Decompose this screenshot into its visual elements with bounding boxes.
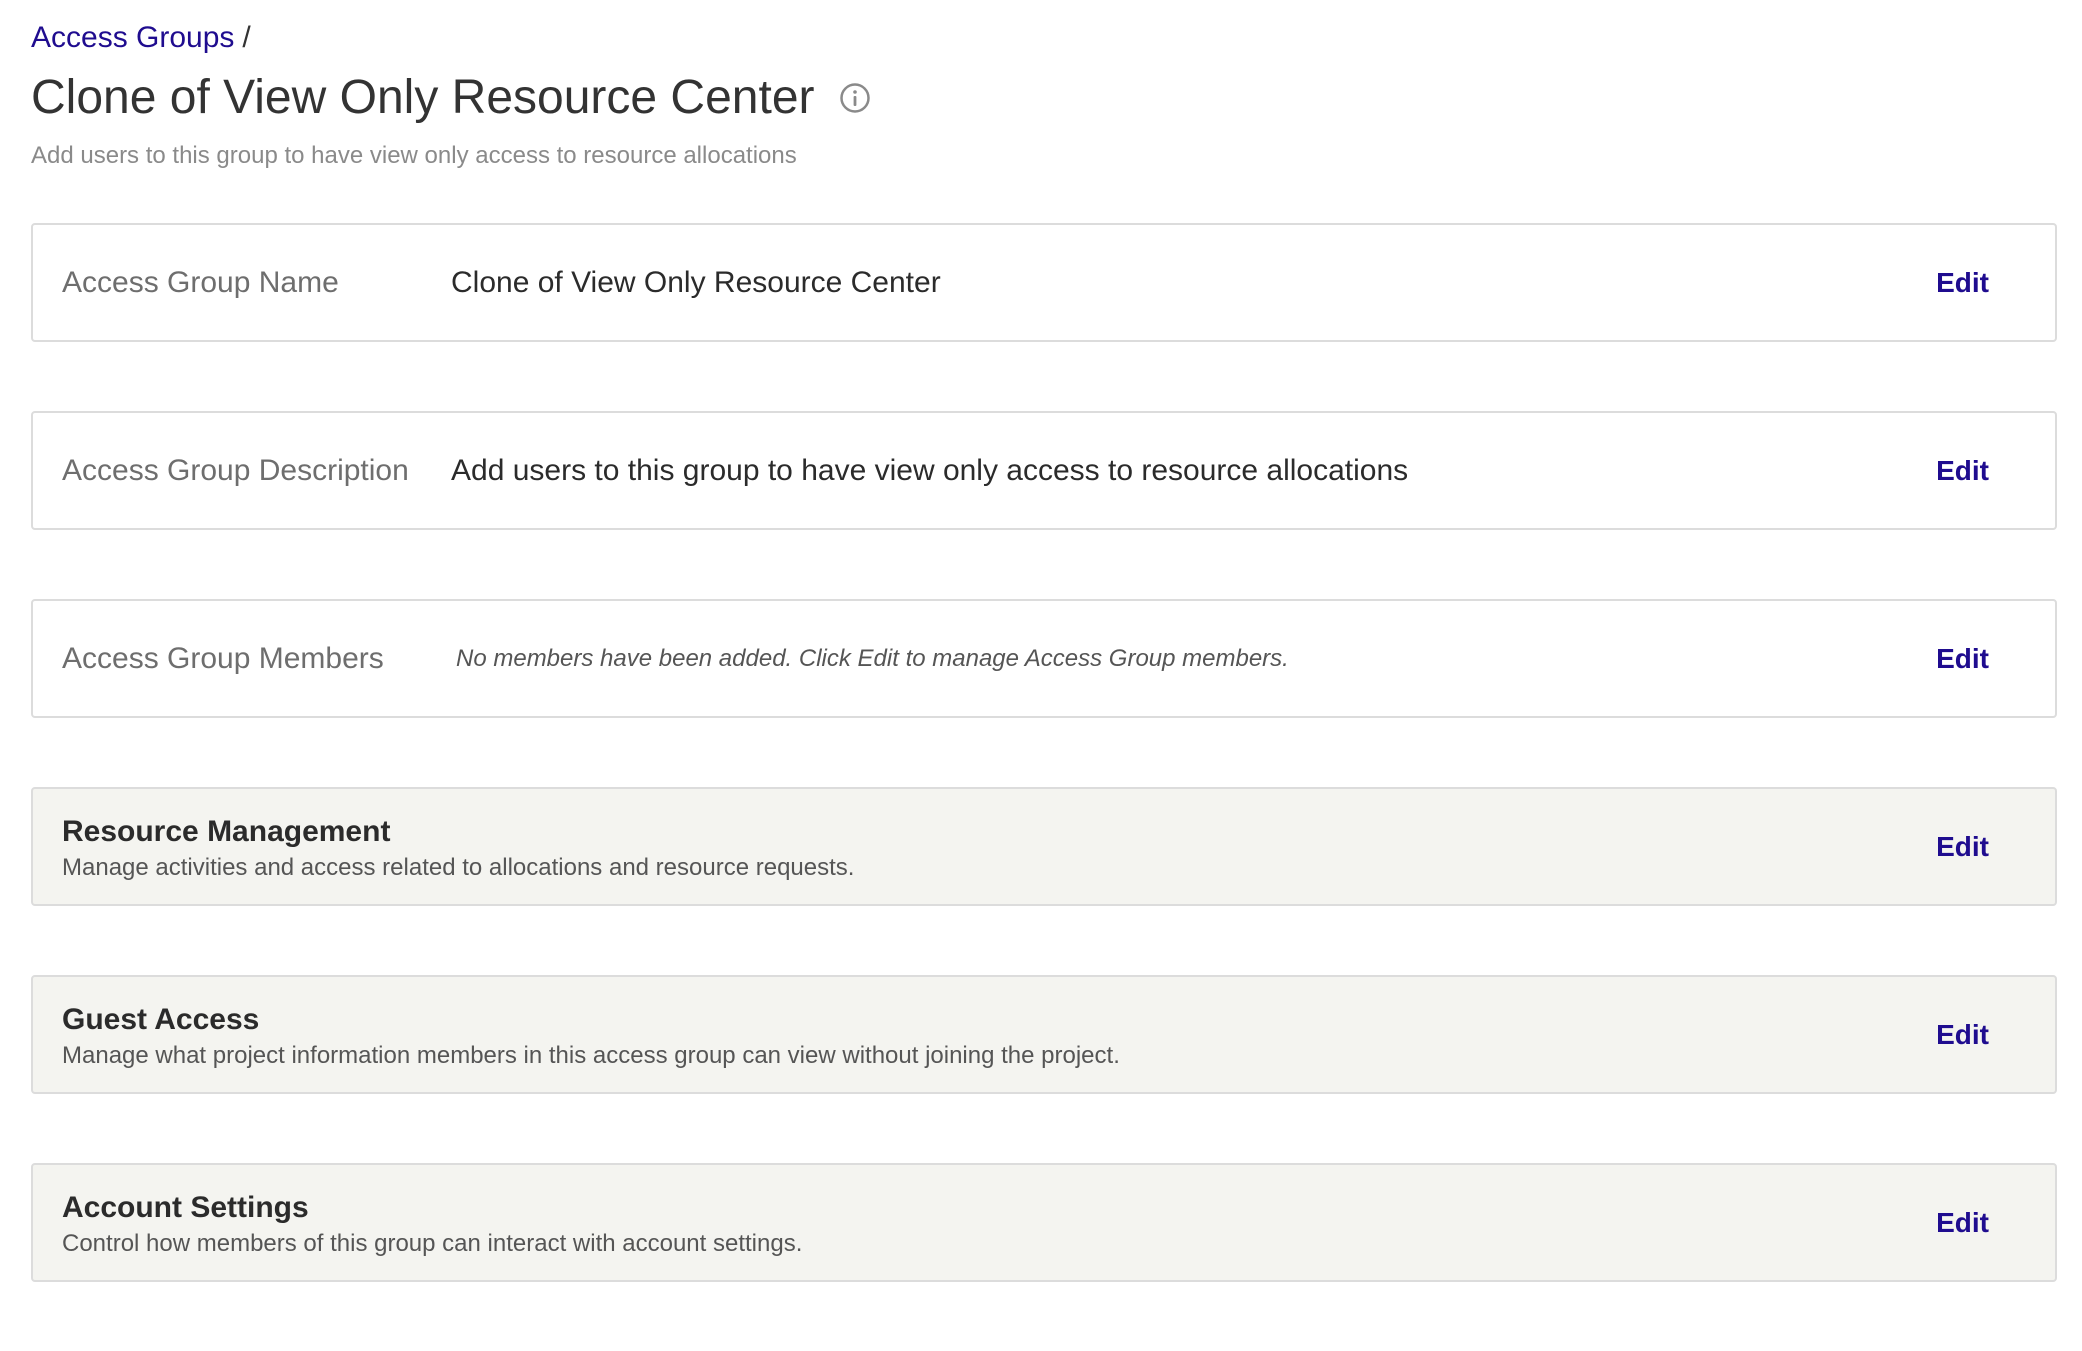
section-text: Guest Access Manage what project informa… [62,1001,1120,1073]
resource-management-section: Resource Management Manage activities an… [31,787,2057,906]
edit-members-button[interactable]: Edit [1936,643,1989,675]
page: Access Groups / Clone of View Only Resou… [31,18,2057,1282]
section-title: Account Settings [62,1191,309,1224]
breadcrumb-separator: / [242,21,251,54]
edit-guest-access-button[interactable]: Edit [1936,1019,1989,1051]
page-title: Clone of View Only Resource Center [31,71,815,124]
section-title: Guest Access [62,1003,260,1036]
info-circle-icon[interactable] [839,82,871,114]
edit-account-settings-button[interactable]: Edit [1936,1207,1989,1239]
field-label: Access Group Name [62,265,339,299]
edit-name-button[interactable]: Edit [1936,267,1989,299]
section-description: Manage what project information members … [62,1042,1120,1069]
settings-list: Access Group Name Clone of View Only Res… [31,223,2057,1351]
field-value: Clone of View Only Resource Center [451,265,941,299]
section-text: Resource Management Manage activities an… [62,813,854,885]
page-subtitle: Add users to this group to have view onl… [31,142,797,169]
access-group-name-row: Access Group Name Clone of View Only Res… [31,223,2057,342]
field-label: Access Group Description [62,453,409,487]
account-settings-section: Account Settings Control how members of … [31,1163,2057,1282]
breadcrumb-access-groups-link[interactable]: Access Groups [31,18,234,58]
guest-access-section: Guest Access Manage what project informa… [31,975,2057,1094]
edit-resource-management-button[interactable]: Edit [1936,831,1989,863]
section-text: Account Settings Control how members of … [62,1189,802,1261]
access-group-description-row: Access Group Description Add users to th… [31,411,2057,530]
section-title: Resource Management [62,815,391,848]
section-description: Control how members of this group can in… [62,1230,803,1257]
breadcrumb: Access Groups / [31,18,2057,58]
access-group-members-row: Access Group Members No members have bee… [31,599,2057,718]
title-row: Clone of View Only Resource Center [31,70,2057,126]
section-description: Manage activities and access related to … [62,854,855,881]
edit-description-button[interactable]: Edit [1936,455,1989,487]
field-label: Access Group Members [62,641,384,675]
members-empty-message: No members have been added. Click Edit t… [456,644,1289,672]
field-value: Add users to this group to have view onl… [451,453,1409,487]
